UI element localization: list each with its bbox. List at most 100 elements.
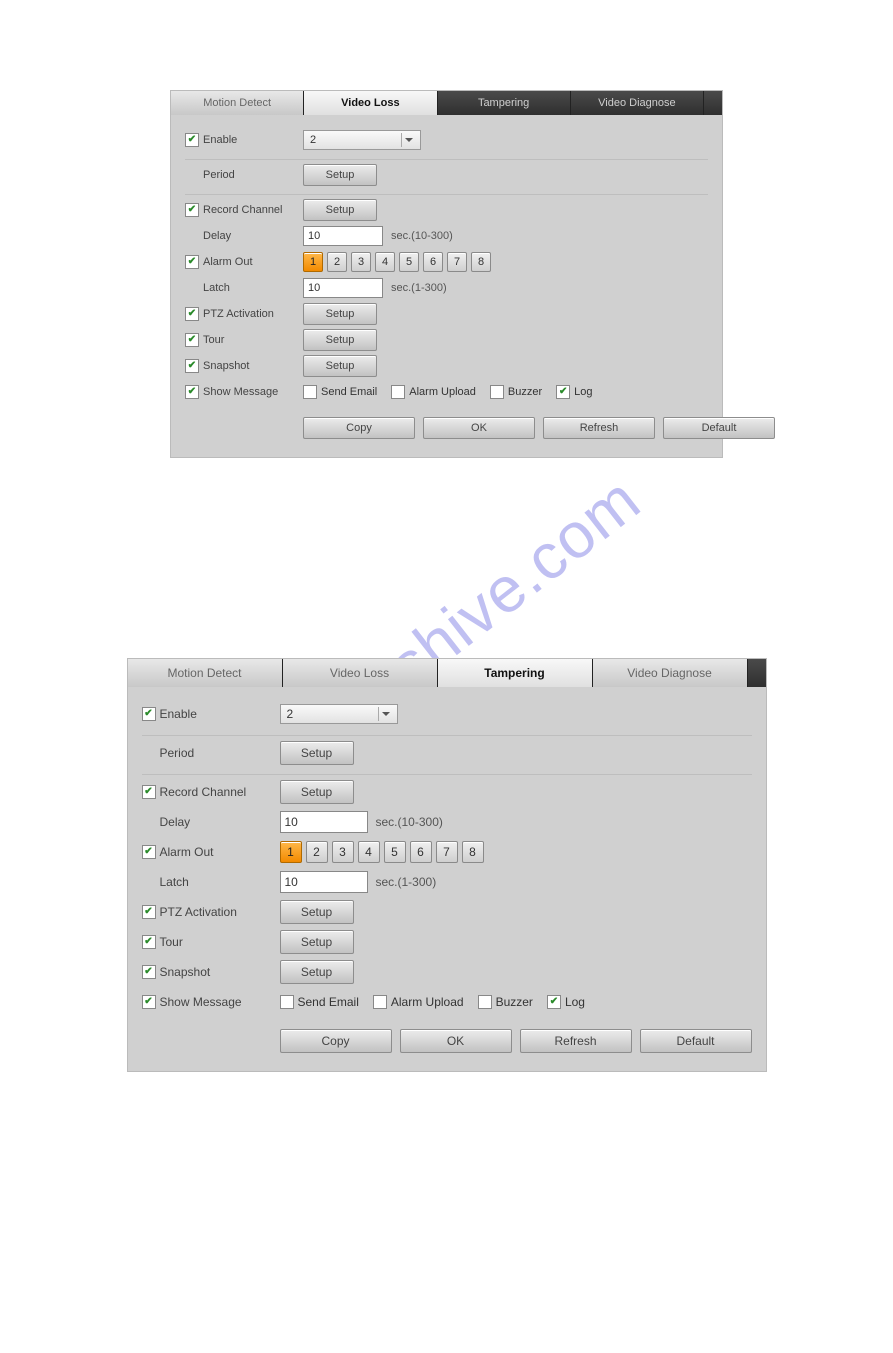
- log-checkbox[interactable]: [547, 995, 561, 1009]
- send-email-checkbox[interactable]: [303, 385, 317, 399]
- buzzer-checkbox[interactable]: [490, 385, 504, 399]
- alarm-out-3[interactable]: 3: [332, 841, 354, 863]
- show-message-checkbox[interactable]: [142, 995, 156, 1009]
- channel-select[interactable]: 2: [303, 130, 421, 150]
- alarm-out-6[interactable]: 6: [423, 252, 443, 272]
- show-message-label: Show Message: [203, 386, 303, 398]
- ok-button[interactable]: OK: [400, 1029, 512, 1053]
- ptz-setup-button[interactable]: Setup: [303, 303, 377, 325]
- alarm-out-4[interactable]: 4: [358, 841, 380, 863]
- alarm-out-8[interactable]: 8: [471, 252, 491, 272]
- default-button[interactable]: Default: [663, 417, 775, 439]
- tab-tampering[interactable]: Tampering: [438, 659, 593, 687]
- ptz-setup-button[interactable]: Setup: [280, 900, 354, 924]
- period-setup-button[interactable]: Setup: [303, 164, 377, 186]
- channel-select[interactable]: 2: [280, 704, 398, 724]
- buzzer-label: Buzzer: [496, 995, 533, 1009]
- delay-label: Delay: [160, 815, 280, 829]
- alarm-out-2[interactable]: 2: [306, 841, 328, 863]
- record-setup-button[interactable]: Setup: [280, 780, 354, 804]
- record-setup-button[interactable]: Setup: [303, 199, 377, 221]
- ptz-label: PTZ Activation: [203, 308, 303, 320]
- channel-value: 2: [287, 707, 294, 721]
- ptz-checkbox[interactable]: [142, 905, 156, 919]
- tab-bar: Motion Detect Video Loss Tampering Video…: [171, 91, 722, 115]
- tab-video-loss[interactable]: Video Loss: [304, 91, 437, 115]
- enable-checkbox[interactable]: [142, 707, 156, 721]
- alarm-out-5[interactable]: 5: [384, 841, 406, 863]
- alarm-out-1[interactable]: 1: [280, 841, 302, 863]
- latch-input[interactable]: 10: [303, 278, 383, 298]
- video-detect-panel: Motion Detect Video Loss Tampering Video…: [127, 658, 767, 1072]
- default-button[interactable]: Default: [640, 1029, 752, 1053]
- alarm-out-7[interactable]: 7: [447, 252, 467, 272]
- alarm-out-3[interactable]: 3: [351, 252, 371, 272]
- ptz-checkbox[interactable]: [185, 307, 199, 321]
- snapshot-checkbox[interactable]: [142, 965, 156, 979]
- enable-label: Enable: [203, 134, 303, 146]
- enable-checkbox[interactable]: [185, 133, 199, 147]
- log-checkbox[interactable]: [556, 385, 570, 399]
- snapshot-setup-button[interactable]: Setup: [303, 355, 377, 377]
- tab-video-diagnose[interactable]: Video Diagnose: [571, 91, 704, 115]
- snapshot-label: Snapshot: [160, 965, 280, 979]
- tour-setup-button[interactable]: Setup: [303, 329, 377, 351]
- latch-hint: sec.(1-300): [391, 282, 447, 294]
- record-channel-checkbox[interactable]: [142, 785, 156, 799]
- alarm-out-8[interactable]: 8: [462, 841, 484, 863]
- tab-spacer: [748, 659, 766, 687]
- alarm-out-buttons: 1 2 3 4 5 6 7 8: [303, 252, 491, 272]
- alarm-out-7[interactable]: 7: [436, 841, 458, 863]
- latch-input[interactable]: 10: [280, 871, 368, 893]
- refresh-button[interactable]: Refresh: [543, 417, 655, 439]
- alarm-out-4[interactable]: 4: [375, 252, 395, 272]
- record-channel-label: Record Channel: [160, 785, 280, 799]
- tab-motion-detect[interactable]: Motion Detect: [128, 659, 283, 687]
- snapshot-setup-button[interactable]: Setup: [280, 960, 354, 984]
- ptz-label: PTZ Activation: [160, 905, 280, 919]
- copy-button[interactable]: Copy: [303, 417, 415, 439]
- tab-tampering[interactable]: Tampering: [438, 91, 571, 115]
- alarm-out-6[interactable]: 6: [410, 841, 432, 863]
- delay-label: Delay: [203, 230, 303, 242]
- tour-setup-button[interactable]: Setup: [280, 930, 354, 954]
- alarm-out-checkbox[interactable]: [185, 255, 199, 269]
- latch-label: Latch: [160, 875, 280, 889]
- snapshot-checkbox[interactable]: [185, 359, 199, 373]
- period-label: Period: [203, 169, 303, 181]
- latch-hint: sec.(1-300): [376, 875, 437, 889]
- tab-video-diagnose[interactable]: Video Diagnose: [593, 659, 748, 687]
- tour-checkbox[interactable]: [142, 935, 156, 949]
- tab-motion-detect[interactable]: Motion Detect: [171, 91, 304, 115]
- tab-video-loss[interactable]: Video Loss: [283, 659, 438, 687]
- send-email-checkbox[interactable]: [280, 995, 294, 1009]
- alarm-upload-label: Alarm Upload: [391, 995, 464, 1009]
- buzzer-checkbox[interactable]: [478, 995, 492, 1009]
- period-setup-button[interactable]: Setup: [280, 741, 354, 765]
- refresh-button[interactable]: Refresh: [520, 1029, 632, 1053]
- alarm-out-checkbox[interactable]: [142, 845, 156, 859]
- alarm-upload-checkbox[interactable]: [391, 385, 405, 399]
- latch-value: 10: [308, 282, 320, 294]
- delay-input[interactable]: 10: [303, 226, 383, 246]
- record-channel-checkbox[interactable]: [185, 203, 199, 217]
- channel-value: 2: [310, 134, 316, 146]
- alarm-out-1[interactable]: 1: [303, 252, 323, 272]
- delay-value: 10: [285, 815, 298, 829]
- alarm-out-buttons: 1 2 3 4 5 6 7 8: [280, 841, 484, 863]
- latch-label: Latch: [203, 282, 303, 294]
- show-message-checkbox[interactable]: [185, 385, 199, 399]
- alarm-upload-checkbox[interactable]: [373, 995, 387, 1009]
- ok-button[interactable]: OK: [423, 417, 535, 439]
- log-label: Log: [565, 995, 585, 1009]
- snapshot-label: Snapshot: [203, 360, 303, 372]
- tour-label: Tour: [160, 935, 280, 949]
- copy-button[interactable]: Copy: [280, 1029, 392, 1053]
- chevron-down-icon: [401, 133, 416, 147]
- alarm-upload-label: Alarm Upload: [409, 386, 476, 398]
- tour-checkbox[interactable]: [185, 333, 199, 347]
- delay-input[interactable]: 10: [280, 811, 368, 833]
- record-channel-label: Record Channel: [203, 204, 303, 216]
- alarm-out-5[interactable]: 5: [399, 252, 419, 272]
- alarm-out-2[interactable]: 2: [327, 252, 347, 272]
